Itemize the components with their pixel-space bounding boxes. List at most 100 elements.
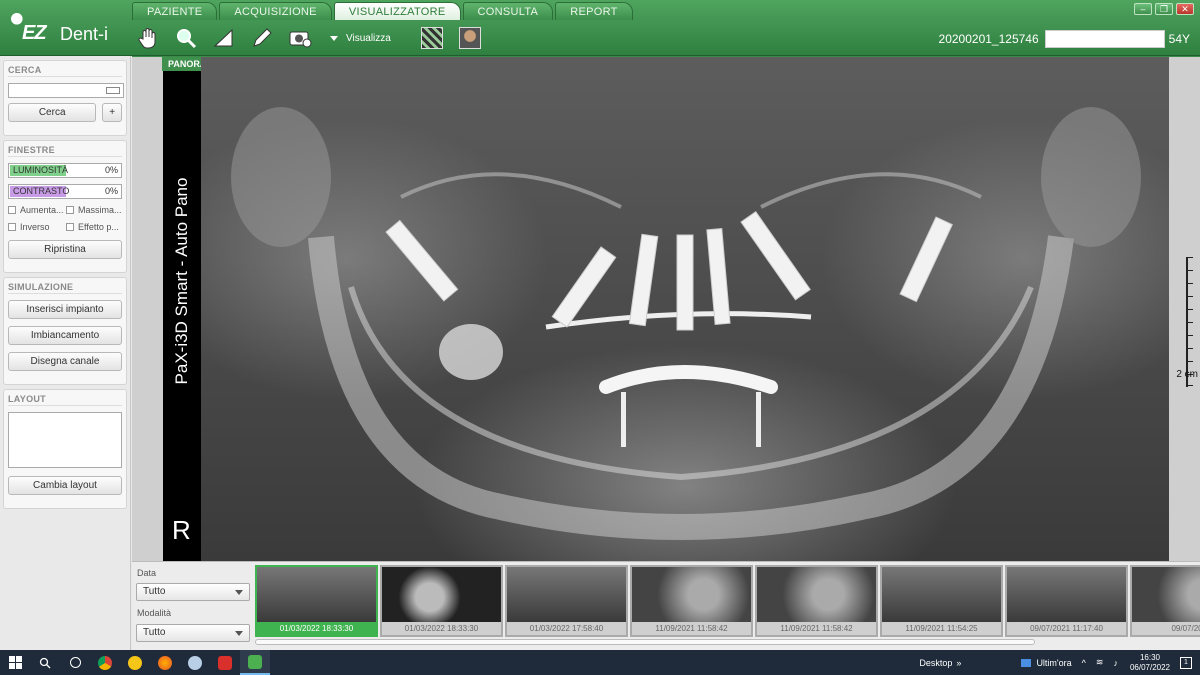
whitening-button[interactable]: Imbiancamento xyxy=(8,326,122,345)
3d-view-button[interactable] xyxy=(420,27,443,49)
restore-button[interactable]: ❐ xyxy=(1155,3,1173,15)
thumbnail-list: 01/03/2022 18:33:30 01/03/2022 18:33:30 01… xyxy=(255,565,1200,637)
windows-logo-icon xyxy=(8,656,22,669)
insert-implant-button[interactable]: Inserisci impianto xyxy=(8,300,122,319)
checkbox-box[interactable] xyxy=(66,206,74,214)
ezdent-taskbar-button[interactable] xyxy=(240,650,270,675)
checkbox-inverso[interactable]: Inverso xyxy=(8,222,66,232)
layout-section-title: LAYOUT xyxy=(8,394,122,406)
thumbnail-item[interactable]: 11/09/2021 11:54:25 xyxy=(880,565,1003,637)
checkbox-label: Aumenta... xyxy=(20,205,64,215)
layout-preview[interactable] xyxy=(8,412,122,468)
notification-icon[interactable]: 1 xyxy=(1180,656,1192,669)
search-button[interactable]: Cerca xyxy=(8,103,97,122)
thumbnail-item[interactable]: 01/03/2022 17:58:40 xyxy=(505,565,628,637)
news-label: Ultim'ora xyxy=(1036,657,1072,668)
checkbox-box[interactable] xyxy=(8,223,16,231)
thumbnail-image xyxy=(757,567,876,622)
search-taskbar-button[interactable] xyxy=(30,650,60,675)
volume-icon[interactable]: ♪ xyxy=(1113,658,1118,668)
search-icon xyxy=(39,657,51,668)
clock[interactable]: 16:30 06/07/2022 xyxy=(1130,653,1170,673)
visualizza-dropdown[interactable]: Visualizza xyxy=(330,33,391,44)
brightness-label: LUMINOSITÀ xyxy=(13,165,69,175)
tab-paziente[interactable]: PAZIENTE xyxy=(132,2,218,20)
pan-tool-button[interactable] xyxy=(132,23,164,53)
angle-icon xyxy=(213,28,233,47)
thumbnail-item[interactable]: 09/07/2021 11:17:40 xyxy=(1005,565,1128,637)
desktop-toolbar[interactable]: Desktop xyxy=(919,658,952,668)
yellow-app-icon xyxy=(128,655,142,670)
thumbnail-image xyxy=(257,567,376,622)
search-input[interactable] xyxy=(8,83,124,98)
chrome-taskbar-button[interactable] xyxy=(90,650,120,675)
zoom-tool-button[interactable] xyxy=(170,23,202,53)
chevron-right-icon[interactable]: » xyxy=(956,658,961,668)
logo-prefix: EZ xyxy=(22,22,47,44)
panoramic-xray-image[interactable] xyxy=(201,57,1169,562)
contrast-slider[interactable]: CONTRASTO 0% xyxy=(8,184,122,199)
firefox-icon xyxy=(158,655,172,670)
thumbnail-image xyxy=(882,567,1001,622)
face-photo-button[interactable] xyxy=(458,27,481,49)
tab-visualizzatore[interactable]: VISUALIZZATORE xyxy=(333,2,461,20)
chevron-up-icon[interactable]: ^ xyxy=(1082,658,1086,668)
thumbnail-item[interactable]: 01/03/2022 18:33:30 xyxy=(380,565,503,637)
network-icon[interactable]: ≋ xyxy=(1096,657,1104,668)
keyboard-icon[interactable] xyxy=(106,87,120,94)
brightness-slider[interactable]: LUMINOSITÀ 0% xyxy=(8,163,122,178)
simulation-section-title: SIMULAZIONE xyxy=(8,282,122,294)
windows-section-title: FINESTRE xyxy=(8,145,122,157)
thumbnail-item[interactable]: 09/07/2021 xyxy=(1130,565,1200,637)
simulation-section: SIMULAZIONE Inserisci impianto Imbiancam… xyxy=(3,277,127,385)
thumbnail-caption: 11/09/2021 11:54:25 xyxy=(882,622,1001,635)
draw-tool-button[interactable] xyxy=(246,23,278,53)
thumbnail-strip: Data Tutto Modalità Tutto 01/03/2022 18:… xyxy=(132,561,1200,650)
angle-tool-button[interactable] xyxy=(208,23,240,53)
window-controls: – ❐ ✕ xyxy=(1131,3,1194,15)
visualizza-label: Visualizza xyxy=(346,32,391,44)
thumbnail-image xyxy=(507,567,626,622)
media-icon xyxy=(218,655,232,670)
modality-filter-select[interactable]: Tutto xyxy=(136,624,250,642)
checkbox-effetto[interactable]: Effetto p... xyxy=(66,222,124,232)
paint-taskbar-button[interactable] xyxy=(180,650,210,675)
draw-canal-button[interactable]: Disegna canale xyxy=(8,352,122,371)
start-button[interactable] xyxy=(0,650,30,675)
contrast-label: CONTRASTO xyxy=(13,186,70,196)
magnifier-icon xyxy=(177,29,197,49)
thumbnail-item[interactable]: 11/09/2021 11:58:42 xyxy=(630,565,753,637)
checkbox-aumenta[interactable]: Aumenta... xyxy=(8,205,66,215)
media-taskbar-button[interactable] xyxy=(210,650,240,675)
date-filter-select[interactable]: Tutto xyxy=(136,583,250,601)
checkbox-box[interactable] xyxy=(66,223,74,231)
news-widget[interactable]: Ultim'ora xyxy=(1021,657,1072,668)
tab-acquisizione[interactable]: ACQUISIZIONE xyxy=(219,2,332,20)
camera-icon xyxy=(289,31,312,48)
checkbox-massima[interactable]: Massima... xyxy=(66,205,124,215)
capture-tool-button[interactable] xyxy=(284,23,316,53)
thumbnail-item[interactable]: 01/03/2022 18:33:30 xyxy=(255,565,378,637)
thumbnail-caption: 09/07/2021 xyxy=(1132,622,1200,635)
thumbnail-scrollbar[interactable] xyxy=(255,639,1035,645)
notification-count: 1 xyxy=(1184,658,1188,666)
advanced-search-button[interactable]: + xyxy=(102,103,122,122)
firefox-taskbar-button[interactable] xyxy=(150,650,180,675)
ruler-tick xyxy=(1188,309,1193,310)
thumbnail-item[interactable]: 11/09/2021 11:58:42 xyxy=(755,565,878,637)
search-section: CERCA Cerca + xyxy=(3,60,127,136)
change-layout-button[interactable]: Cambia layout xyxy=(8,476,122,495)
tab-consulta[interactable]: CONSULTA xyxy=(462,2,554,20)
image-viewer[interactable]: PANORAMICA PaX-i3D Smart - Auto Pano R 2… xyxy=(132,56,1200,562)
task-view-button[interactable] xyxy=(60,650,90,675)
tab-report[interactable]: REPORT xyxy=(555,2,633,20)
close-button[interactable]: ✕ xyxy=(1176,3,1194,15)
app-taskbar-button[interactable] xyxy=(120,650,150,675)
thumbnail-image xyxy=(1007,567,1126,622)
checkbox-box[interactable] xyxy=(8,206,16,214)
minimize-button[interactable]: – xyxy=(1134,3,1152,15)
device-banner: PaX-i3D Smart - Auto Pano R xyxy=(163,71,201,562)
thumbnail-caption: 09/07/2021 11:17:40 xyxy=(1007,622,1126,635)
reset-button[interactable]: Ripristina xyxy=(8,240,122,259)
clock-date: 06/07/2022 xyxy=(1129,662,1170,672)
